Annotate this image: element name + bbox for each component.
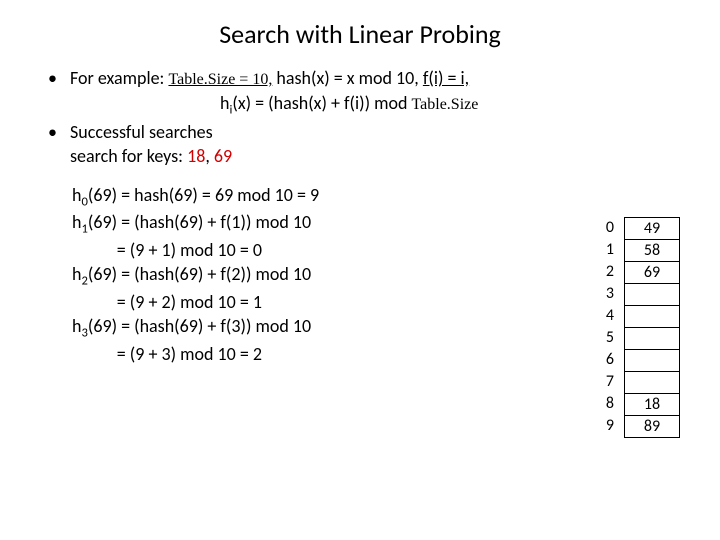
formula-tail: Table.Size bbox=[412, 96, 479, 113]
hash-text: hash(x) = x mod 10, bbox=[276, 67, 422, 89]
index-column: 0 1 2 3 4 5 6 7 8 9 bbox=[606, 217, 618, 438]
calc-h3: h3(69) = (hash(69) + f(3)) mod 10 bbox=[72, 314, 319, 342]
idx-1: 1 bbox=[606, 239, 618, 261]
formula-line: hi(x) = (hash(x) + f(i)) mod Table.Size bbox=[70, 91, 680, 119]
idx-2: 2 bbox=[606, 261, 618, 283]
calc-h1b: = (9 + 1) mod 10 = 0 bbox=[72, 238, 319, 262]
idx-8: 8 bbox=[606, 393, 618, 415]
calc-h1: h1(69) = (hash(69) + f(1)) mod 10 bbox=[72, 210, 319, 238]
hash-table: 0 1 2 3 4 5 6 7 8 9 49 58 69 18 89 bbox=[606, 217, 680, 438]
search-line2-pre: search for keys: bbox=[70, 145, 187, 167]
cell-1: 58 bbox=[624, 240, 680, 262]
calculation-block: h0(69) = hash(69) = 69 mod 10 = 9 h1(69)… bbox=[40, 183, 319, 438]
cell-3 bbox=[624, 284, 680, 306]
idx-7: 7 bbox=[606, 371, 618, 393]
slide-title: Search with Linear Probing bbox=[40, 18, 680, 50]
cell-8: 18 bbox=[624, 394, 680, 416]
calc-h3b: = (9 + 3) mod 10 = 2 bbox=[72, 342, 319, 366]
cell-9: 89 bbox=[624, 416, 680, 438]
tablesize-text: Table.Size = 10, bbox=[168, 71, 272, 88]
cell-7 bbox=[624, 372, 680, 394]
value-column: 49 58 69 18 89 bbox=[624, 217, 680, 438]
content-row: h0(69) = hash(69) = 69 mod 10 = 9 h1(69)… bbox=[40, 183, 680, 438]
cell-4 bbox=[624, 306, 680, 328]
idx-6: 6 bbox=[606, 349, 618, 371]
h1-post: (69) = (hash(69) + f(1)) mod 10 bbox=[88, 211, 311, 233]
idx-0: 0 bbox=[606, 217, 618, 239]
bullet-list: For example: Table.Size = 10, hash(x) = … bbox=[40, 66, 680, 169]
h0-post: (69) = hash(69) = 69 mod 10 = 9 bbox=[88, 184, 319, 206]
idx-5: 5 bbox=[606, 327, 618, 349]
calc-h0: h0(69) = hash(69) = 69 mod 10 = 9 bbox=[72, 183, 319, 211]
h3-post: (69) = (hash(69) + f(3)) mod 10 bbox=[88, 315, 311, 337]
key-18: 18 bbox=[187, 145, 205, 167]
idx-9: 9 bbox=[606, 415, 618, 437]
fi-text: f(i) = i, bbox=[423, 67, 469, 89]
h2-post: (69) = (hash(69) + f(2)) mod 10 bbox=[88, 263, 311, 285]
key-sep: , bbox=[205, 145, 214, 167]
search-line1: Successful searches bbox=[70, 121, 213, 143]
key-69: 69 bbox=[214, 145, 232, 167]
cell-0: 49 bbox=[624, 218, 680, 240]
formula-post: (x) = (hash(x) + f(i)) mod bbox=[232, 92, 411, 114]
idx-3: 3 bbox=[606, 283, 618, 305]
cell-2: 69 bbox=[624, 262, 680, 284]
calc-h2b: = (9 + 2) mod 10 = 1 bbox=[72, 290, 319, 314]
cell-6 bbox=[624, 350, 680, 372]
idx-4: 4 bbox=[606, 305, 618, 327]
bullet-prefix: For example: bbox=[70, 67, 168, 89]
cell-5 bbox=[624, 328, 680, 350]
calc-h2: h2(69) = (hash(69) + f(2)) mod 10 bbox=[72, 262, 319, 290]
bullet-example: For example: Table.Size = 10, hash(x) = … bbox=[48, 66, 680, 118]
bullet-search: Successful searches search for keys: 18,… bbox=[48, 120, 680, 169]
